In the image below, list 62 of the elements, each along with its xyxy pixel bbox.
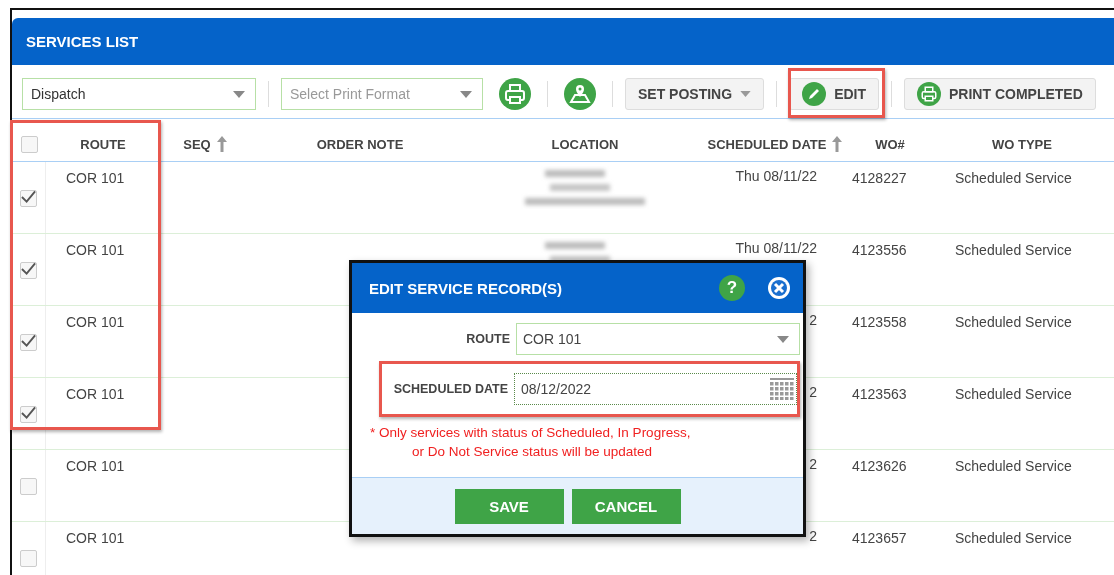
table-cell: COR 101 [66, 530, 125, 546]
table-cell: COR 101 [66, 458, 125, 474]
warning-text: * Only services with status of Scheduled, In Progress, [370, 424, 692, 442]
set-posting-button[interactable]: SET POSTING [625, 78, 765, 110]
table-cell: Scheduled Service [955, 386, 1072, 402]
dialog-title: EDIT SERVICE RECORD(S) [369, 279, 564, 297]
calendar-icon[interactable] [770, 378, 794, 400]
row-checkbox[interactable] [20, 406, 37, 423]
table-cell: 2 [809, 456, 817, 472]
column-header[interactable]: WO TYPE [992, 136, 1052, 152]
sort-arrow-icon[interactable] [216, 136, 227, 152]
route-select[interactable]: COR 101 [516, 323, 800, 355]
table-cell: 4123563 [852, 386, 907, 402]
column-header[interactable]: WO# [875, 136, 905, 152]
table-cell: Scheduled Service [955, 458, 1072, 474]
row-checkbox[interactable] [20, 550, 37, 567]
row-checkbox[interactable] [20, 190, 37, 207]
table-cell: COR 101 [66, 386, 125, 402]
edit-button[interactable]: EDIT [789, 78, 879, 110]
table-cell: 4123556 [852, 242, 907, 258]
select-all-checkbox[interactable] [20, 135, 38, 153]
table-cell: Scheduled Service [955, 242, 1072, 258]
field-label: ROUTE [465, 332, 510, 346]
print-completed-button[interactable]: PRINT COMPLETED [904, 78, 1096, 110]
column-header[interactable]: ROUTE [80, 136, 126, 152]
field-label: SCHEDULED DATE [392, 382, 508, 396]
map-pin-icon[interactable] [564, 78, 596, 110]
warning-text: or Do Not Service status will be updated [411, 443, 654, 461]
table-cell: 2 [809, 384, 817, 400]
caret-icon [233, 90, 245, 98]
row-checkbox[interactable] [20, 262, 37, 279]
row-checkbox[interactable] [20, 478, 37, 495]
pencil-icon [802, 82, 827, 106]
caret-icon [777, 335, 789, 343]
table-cell: Scheduled Service [955, 314, 1072, 330]
caret-icon [460, 90, 472, 98]
date-field[interactable]: 08/12/2022 [514, 373, 797, 405]
window-title: SERVICES LIST [26, 33, 139, 50]
table-cell: 2 [809, 312, 817, 328]
row-checkbox[interactable] [20, 334, 37, 351]
table-cell: Scheduled Service [955, 170, 1072, 186]
table-cell: Thu 08/11/22 [735, 168, 817, 184]
table-cell: Thu 08/11/22 [735, 240, 817, 256]
column-header[interactable]: SCHEDULED DATE [707, 136, 827, 152]
column-header[interactable]: LOCATION [551, 136, 619, 152]
view-select[interactable]: Dispatch [22, 78, 256, 110]
column-header[interactable]: SEQ [183, 136, 211, 152]
table-cell: 4123657 [852, 530, 907, 546]
printer-icon[interactable] [499, 78, 531, 110]
caret-icon [740, 91, 752, 97]
table-cell: COR 101 [66, 242, 125, 258]
table-cell: 2 [809, 528, 817, 544]
column-header[interactable]: ORDER NOTE [316, 136, 404, 152]
table-cell: COR 101 [66, 314, 125, 330]
table-cell: COR 101 [66, 170, 125, 186]
table-cell: 4128227 [852, 170, 907, 186]
table-cell: 4123626 [852, 458, 907, 474]
close-icon[interactable] [767, 276, 791, 300]
table-cell: Scheduled Service [955, 530, 1072, 546]
table-cell: 4123558 [852, 314, 907, 330]
sort-arrow-icon[interactable] [832, 136, 843, 152]
printer-icon [917, 82, 941, 106]
